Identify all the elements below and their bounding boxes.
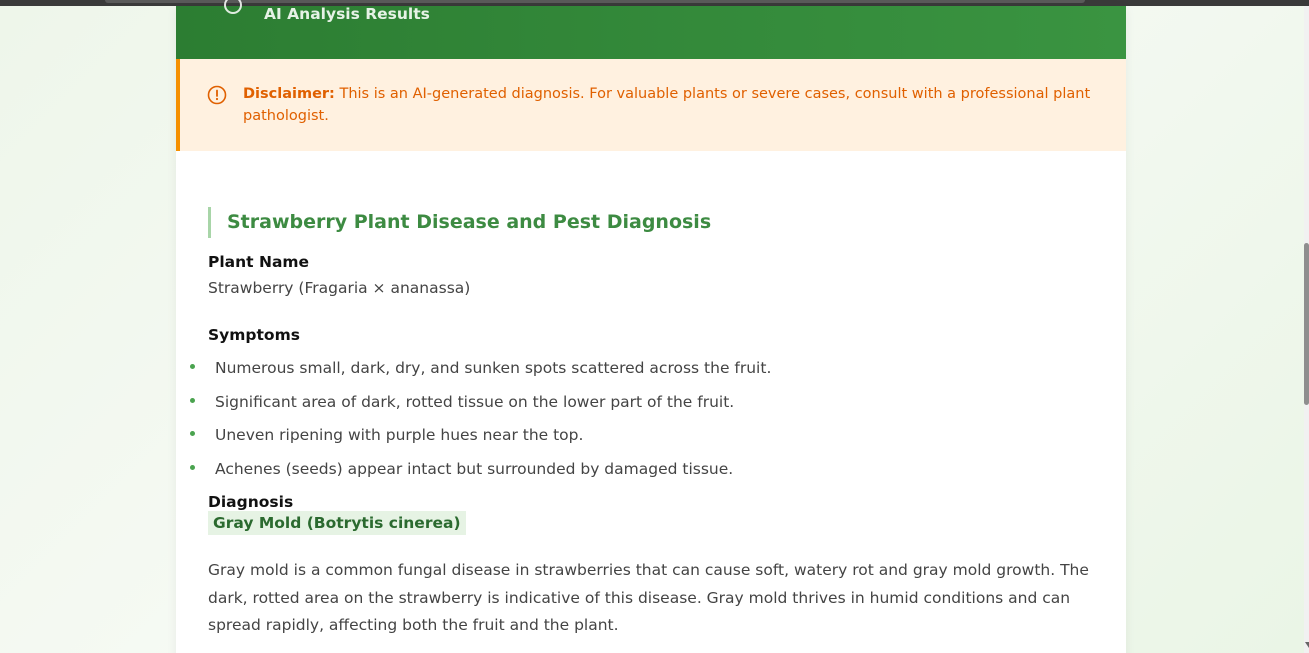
disclaimer-text: Disclaimer: This is an AI-generated diag… [243, 83, 1103, 127]
bullet-icon [190, 398, 195, 403]
disclaimer-body: This is an AI-generated diagnosis. For v… [243, 86, 1091, 124]
diagnosis-badge: Gray Mold (Botrytis cinerea) [208, 511, 466, 535]
scroll-down-arrow-icon[interactable] [1305, 642, 1309, 648]
symptom-text: Uneven ripening with purple hues near th… [215, 426, 584, 444]
symptom-text: Numerous small, dark, dry, and sunken sp… [215, 359, 772, 377]
disclaimer-banner: Disclaimer: This is an AI-generated diag… [176, 59, 1126, 151]
bullet-icon [190, 431, 195, 436]
symptom-item: Significant area of dark, rotted tissue … [190, 393, 734, 411]
symptom-text: Achenes (seeds) appear intact but surrou… [215, 460, 734, 478]
diagnosis-label: Diagnosis [208, 493, 294, 511]
bullet-icon [190, 364, 195, 369]
symptom-item: Uneven ripening with purple hues near th… [190, 426, 583, 444]
symptoms-label: Symptoms [208, 326, 300, 344]
diagnosis-description: Gray mold is a common fungal disease in … [208, 561, 1089, 634]
plant-name-label: Plant Name [208, 253, 310, 271]
analysis-card: AI Analysis Results Disclaimer: This is … [176, 0, 1126, 653]
alert-circle-icon [207, 85, 227, 105]
analysis-icon [224, 0, 242, 14]
bullet-icon [190, 465, 195, 470]
symptom-item: Numerous small, dark, dry, and sunken sp… [190, 359, 771, 377]
plant-name-value: Strawberry (Fragaria × ananassa) [208, 279, 471, 297]
scrollbar-thumb[interactable] [1304, 243, 1309, 405]
symptom-text: Significant area of dark, rotted tissue … [215, 393, 735, 411]
disclaimer-label: Disclaimer: [243, 86, 335, 102]
report-title: Strawberry Plant Disease and Pest Diagno… [208, 207, 711, 238]
browser-top-edge-inner [105, 0, 1085, 3]
symptom-item: Achenes (seeds) appear intact but surrou… [190, 460, 733, 478]
results-header: AI Analysis Results [176, 0, 1126, 59]
header-subtitle: AI Analysis Results [264, 5, 430, 23]
